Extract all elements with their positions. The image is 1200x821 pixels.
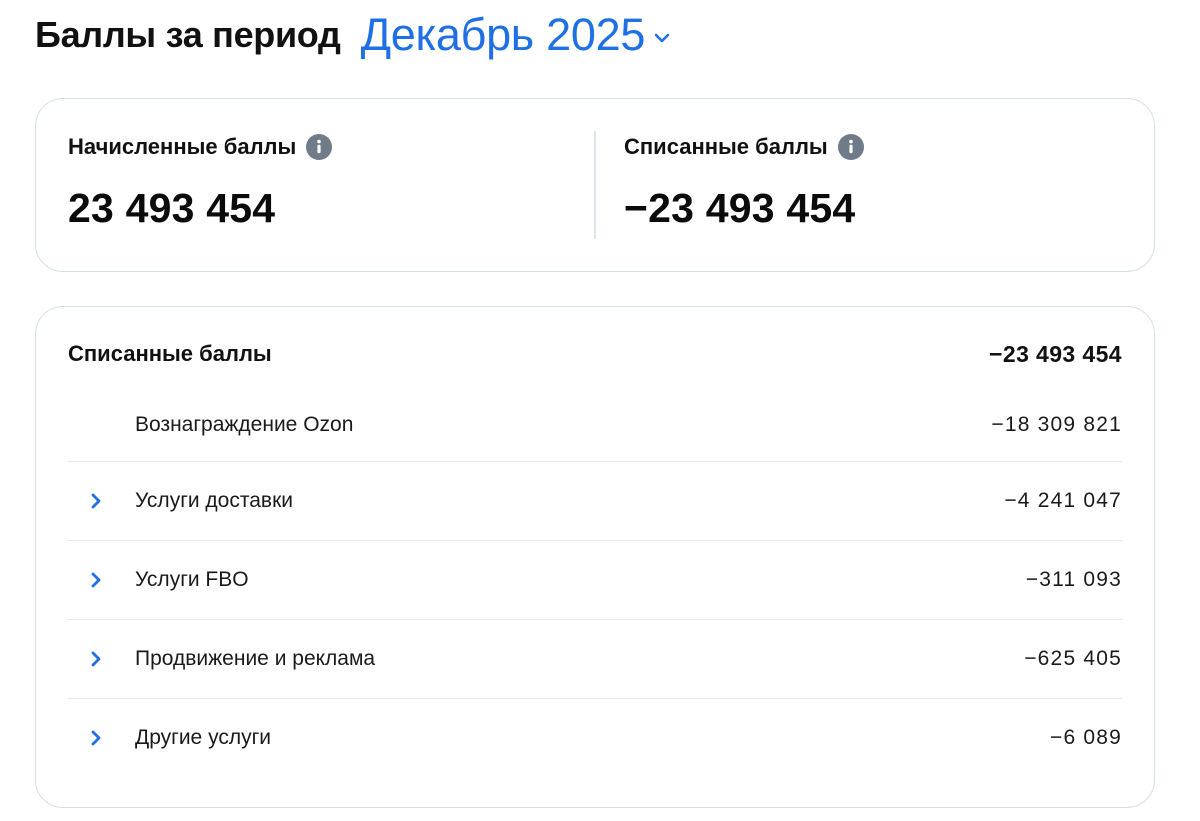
written-off-details-card: Списанные баллы −23 493 454 Вознагражден… (35, 306, 1155, 808)
chevron-right-icon[interactable] (86, 726, 106, 750)
list-item[interactable]: Продвижение и реклама −625 405 (68, 619, 1122, 698)
summary-card: Начисленные баллы 23 493 454 Списанные б… (35, 98, 1155, 272)
period-value[interactable]: Декабрь 2025 (361, 9, 646, 61)
row-value: −4 241 047 (1004, 489, 1122, 512)
details-total: −23 493 454 (989, 340, 1122, 367)
chevron-down-icon[interactable] (651, 27, 673, 49)
details-list: Вознаграждение Ozon −18 309 821 Услуги д… (68, 389, 1122, 777)
row-value: −18 309 821 (991, 413, 1122, 436)
details-header: Списанные баллы −23 493 454 (68, 337, 1122, 371)
written-off-points-value: −23 493 454 (624, 185, 856, 231)
row-label: Услуги доставки (135, 489, 293, 512)
written-off-points-block: Списанные баллы −23 493 454 (624, 131, 864, 232)
list-item[interactable]: Другие услуги −6 089 (68, 698, 1122, 777)
accrued-points-block: Начисленные баллы 23 493 454 (68, 131, 333, 232)
row-value: −311 093 (1025, 568, 1122, 591)
info-icon[interactable] (837, 134, 864, 160)
period-selector[interactable]: Декабрь 2025 (361, 9, 673, 61)
page-title: Баллы за период (35, 14, 341, 55)
page: Баллы за период Декабрь 2025 Начисленные… (0, 0, 1200, 821)
chevron-right-icon[interactable] (86, 647, 106, 671)
list-item: Вознаграждение Ozon −18 309 821 (68, 389, 1122, 461)
details-title: Списанные баллы (68, 341, 272, 366)
row-value: −625 405 (1024, 647, 1122, 670)
row-label: Другие услуги (135, 726, 271, 749)
row-label: Продвижение и реклама (135, 647, 376, 670)
accrued-points-value: 23 493 454 (68, 185, 276, 231)
info-icon[interactable] (306, 134, 333, 160)
accrued-points-label: Начисленные баллы (68, 134, 297, 159)
page-header: Баллы за период Декабрь 2025 (35, 8, 673, 62)
list-item[interactable]: Услуги доставки −4 241 047 (68, 461, 1122, 540)
row-label: Услуги FBO (135, 568, 249, 591)
written-off-points-label: Списанные баллы (624, 134, 828, 159)
chevron-right-icon[interactable] (86, 489, 106, 513)
summary-divider (594, 131, 596, 239)
row-value: −6 089 (1049, 726, 1122, 749)
chevron-right-icon[interactable] (86, 568, 106, 592)
list-item[interactable]: Услуги FBO −311 093 (68, 540, 1122, 619)
row-label: Вознаграждение Ozon (135, 413, 354, 436)
